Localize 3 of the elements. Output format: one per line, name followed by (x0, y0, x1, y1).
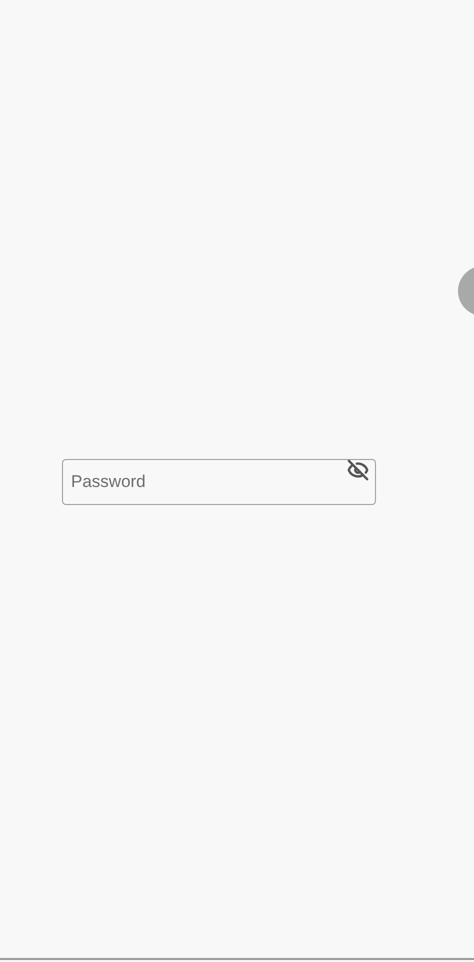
eye-off-icon (347, 459, 369, 481)
password-field[interactable]: Password (62, 459, 376, 505)
visibility-toggle[interactable] (346, 459, 370, 481)
